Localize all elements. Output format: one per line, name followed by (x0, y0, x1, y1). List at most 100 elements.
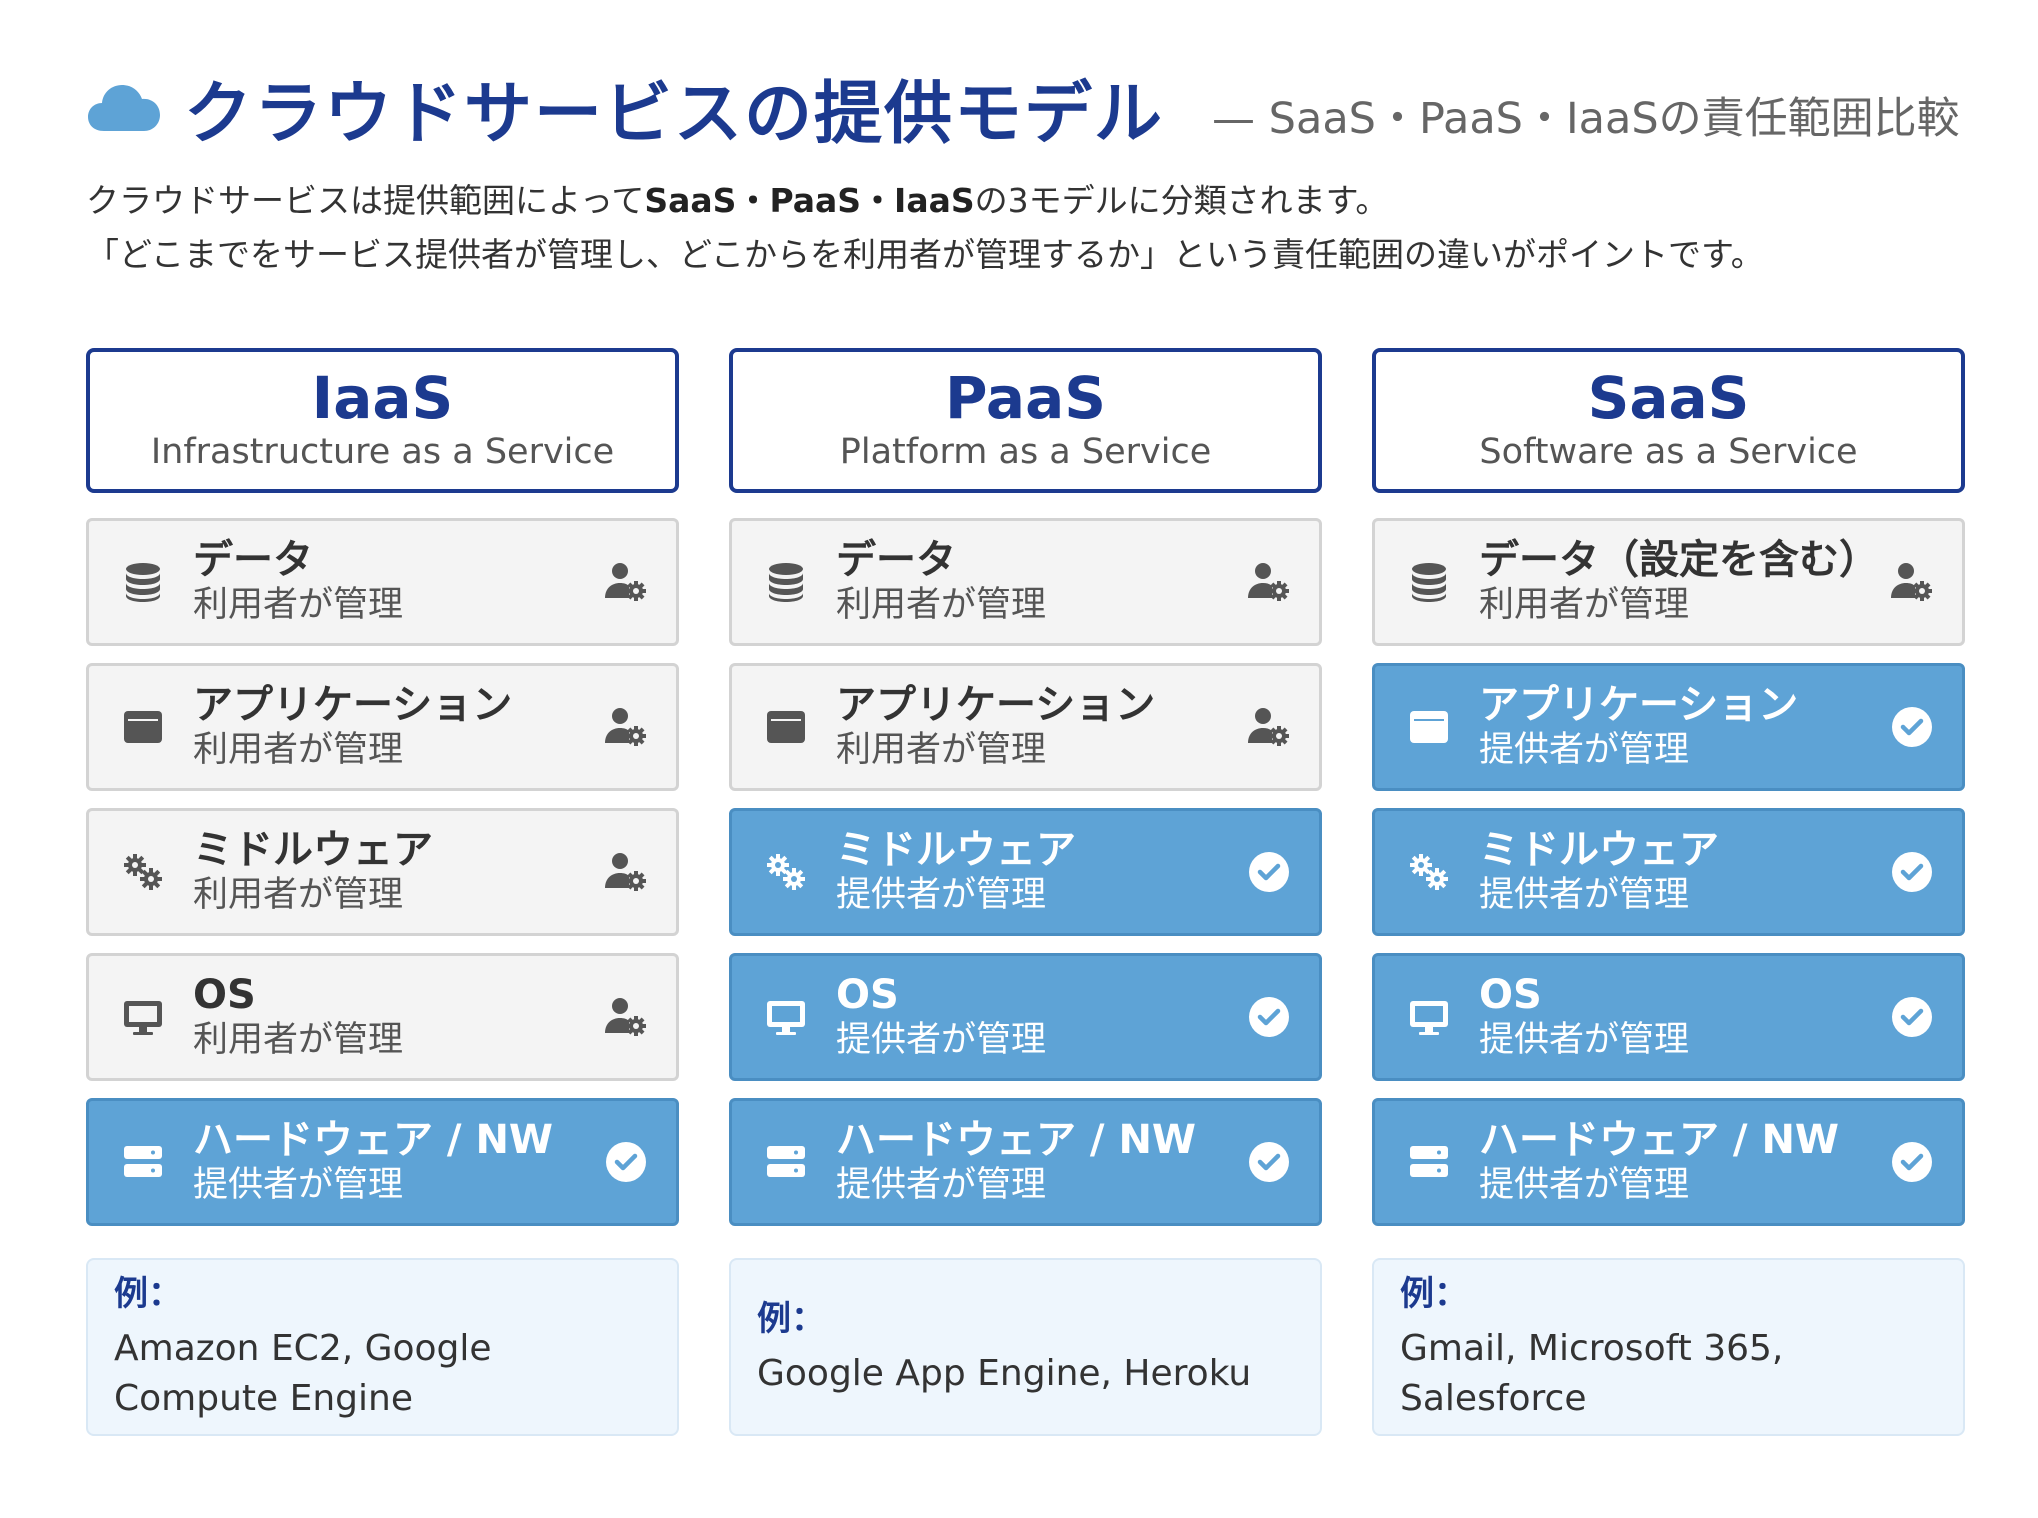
layer-name: アプリケーション (1479, 682, 1799, 728)
cloud-icon (88, 85, 160, 131)
window-icon (764, 705, 808, 749)
user-gear-icon (602, 703, 650, 751)
column-header: IaaS Infrastructure as a Service (86, 348, 679, 493)
model-abbr: IaaS (311, 364, 454, 432)
gears-icon (121, 850, 165, 894)
user-gear-icon (1888, 558, 1936, 606)
layer-text: アプリケーション 提供者が管理 (1479, 682, 1888, 772)
layer-owner: 利用者が管理 (193, 585, 404, 625)
example-text: Google App Engine, Heroku (757, 1353, 1252, 1394)
monitor-icon (764, 995, 808, 1039)
layer-window: アプリケーション 利用者が管理 (86, 663, 679, 791)
example-label: 例： (757, 1299, 825, 1339)
layer-name: ミドルウェア (1479, 827, 1719, 873)
layer-text: ミドルウェア 利用者が管理 (193, 827, 602, 917)
layer-name: ミドルウェア (836, 827, 1076, 873)
layer-text: データ 利用者が管理 (836, 537, 1245, 627)
window-icon (1407, 705, 1451, 749)
layer-owner: 利用者が管理 (193, 1020, 404, 1060)
user-gear-icon (602, 558, 650, 606)
layer-owner: 利用者が管理 (193, 730, 404, 770)
model-full-name: Software as a Service (1479, 432, 1858, 472)
server-icon (1407, 1140, 1451, 1184)
layer-name: ハードウェア / NW (1479, 1117, 1840, 1163)
layer-gears: ミドルウェア 提供者が管理 (1372, 808, 1965, 936)
layer-owner: 提供者が管理 (836, 1165, 1047, 1205)
example-text: Gmail, Microsoft 365, Salesforce (1400, 1328, 1784, 1419)
description: クラウドサービスは提供範囲によってSaaS・PaaS・IaaSの3モデルに分類さ… (86, 174, 1978, 282)
layer-monitor: OS 提供者が管理 (1372, 953, 1965, 1081)
column-header: PaaS Platform as a Service (729, 348, 1322, 493)
database-icon (764, 560, 808, 604)
layer-name: ハードウェア / NW (193, 1117, 554, 1163)
layer-owner: 提供者が管理 (1479, 1165, 1690, 1205)
layer-owner: 利用者が管理 (1479, 585, 1690, 625)
gears-icon (764, 850, 808, 894)
layer-database: データ 利用者が管理 (86, 518, 679, 646)
user-gear-icon (1245, 558, 1293, 606)
page-title: クラウドサービスの提供モデル (184, 74, 1165, 154)
check-circle-icon (602, 1138, 650, 1186)
layer-name: OS (1479, 972, 1542, 1018)
layer-owner: 提供者が管理 (1479, 875, 1690, 915)
user-gear-icon (1245, 703, 1293, 751)
monitor-icon (121, 995, 165, 1039)
layer-name: ミドルウェア (193, 827, 433, 873)
check-circle-icon (1245, 993, 1293, 1041)
column-paas: PaaS Platform as a Service データ 利用者が管理 アプ… (729, 348, 1322, 1436)
layer-text: ハードウェア / NW 提供者が管理 (193, 1117, 602, 1207)
layer-name: OS (193, 972, 256, 1018)
example-box: 例： Amazon EC2, Google Compute Engine (86, 1258, 679, 1436)
model-full-name: Infrastructure as a Service (150, 432, 615, 472)
check-circle-icon (1245, 848, 1293, 896)
column-iaas: IaaS Infrastructure as a Service データ 利用者… (86, 348, 679, 1436)
description-line-2: 「どこまでをサービス提供者が管理し、どこからを利用者が管理するか」という責任範囲… (86, 235, 1764, 274)
check-circle-icon (1888, 993, 1936, 1041)
database-icon (1407, 560, 1451, 604)
layer-text: ハードウェア / NW 提供者が管理 (1479, 1117, 1888, 1207)
layer-name: データ（設定を含む） (1479, 537, 1879, 583)
server-icon (121, 1140, 165, 1184)
layer-text: ハードウェア / NW 提供者が管理 (836, 1117, 1245, 1207)
layer-window: アプリケーション 提供者が管理 (1372, 663, 1965, 791)
layer-text: ミドルウェア 提供者が管理 (836, 827, 1245, 917)
desc-text: クラウドサービスは提供範囲によって (86, 181, 645, 220)
layer-text: データ（設定を含む） 利用者が管理 (1479, 537, 1888, 627)
layer-name: データ (836, 537, 956, 583)
layer-name: ハードウェア / NW (836, 1117, 1197, 1163)
layer-gears: ミドルウェア 利用者が管理 (86, 808, 679, 936)
layer-database: データ（設定を含む） 利用者が管理 (1372, 518, 1965, 646)
model-abbr: SaaS (1587, 364, 1750, 432)
column-saas: SaaS Software as a Service データ（設定を含む） 利用… (1372, 348, 1965, 1436)
check-circle-icon (1888, 848, 1936, 896)
window-icon (121, 705, 165, 749)
layer-owner: 提供者が管理 (193, 1165, 404, 1205)
check-circle-icon (1888, 1138, 1936, 1186)
layer-owner: 利用者が管理 (836, 585, 1047, 625)
layer-server: ハードウェア / NW 提供者が管理 (86, 1098, 679, 1226)
desc-emphasis: SaaS・PaaS・IaaS (644, 181, 975, 220)
layer-monitor: OS 提供者が管理 (729, 953, 1322, 1081)
monitor-icon (1407, 995, 1451, 1039)
desc-text: の3モデルに分類されます。 (974, 181, 1389, 220)
check-circle-icon (1888, 703, 1936, 751)
header: クラウドサービスの提供モデル — SaaS・PaaS・IaaSの責任範囲比較 ク… (86, 62, 1978, 282)
layer-name: アプリケーション (836, 682, 1156, 728)
example-box: 例： Gmail, Microsoft 365, Salesforce (1372, 1258, 1965, 1436)
gears-icon (1407, 850, 1451, 894)
user-gear-icon (602, 993, 650, 1041)
example-label: 例： (114, 1274, 182, 1314)
layer-database: データ 利用者が管理 (729, 518, 1322, 646)
example-box: 例： Google App Engine, Heroku (729, 1258, 1322, 1436)
layer-text: ミドルウェア 提供者が管理 (1479, 827, 1888, 917)
layer-owner: 利用者が管理 (193, 875, 404, 915)
description-line-1: クラウドサービスは提供範囲によってSaaS・PaaS・IaaSの3モデルに分類さ… (86, 174, 1978, 228)
example-label: 例： (1400, 1274, 1468, 1314)
database-icon (121, 560, 165, 604)
layer-name: OS (836, 972, 899, 1018)
layer-window: アプリケーション 利用者が管理 (729, 663, 1322, 791)
layer-name: アプリケーション (193, 682, 513, 728)
page-subtitle: — SaaS・PaaS・IaaSの責任範囲比較 (1212, 94, 1960, 144)
column-header: SaaS Software as a Service (1372, 348, 1965, 493)
layer-owner: 提供者が管理 (836, 875, 1047, 915)
